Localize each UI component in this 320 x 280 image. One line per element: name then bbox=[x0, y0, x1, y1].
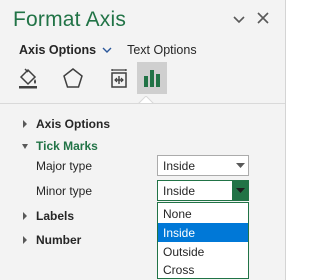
section-label: Tick Marks bbox=[36, 139, 98, 153]
minor-type-label: Minor type bbox=[36, 184, 93, 198]
section-label: Number bbox=[36, 233, 82, 247]
minor-type-select[interactable]: Inside bbox=[157, 180, 249, 201]
tab-text-options[interactable]: Text Options bbox=[127, 43, 196, 57]
tab-axis-options[interactable]: Axis Options bbox=[19, 43, 96, 57]
tab-effects[interactable] bbox=[58, 62, 88, 94]
option-none[interactable]: None bbox=[158, 204, 248, 223]
subtab-bar: Axis Options Text Options bbox=[19, 40, 197, 60]
option-cross[interactable]: Cross bbox=[158, 260, 248, 279]
section-labels[interactable]: Labels bbox=[20, 208, 74, 224]
effects-icon bbox=[63, 68, 83, 88]
major-type-select[interactable]: Inside bbox=[157, 155, 249, 176]
tab-axis-options-icon[interactable] bbox=[137, 62, 167, 94]
dropdown-arrow-icon[interactable] bbox=[232, 181, 248, 200]
close-icon[interactable] bbox=[256, 11, 270, 25]
pane-title: Format Axis bbox=[13, 8, 127, 31]
section-number[interactable]: Number bbox=[20, 232, 81, 248]
select-value: Inside bbox=[163, 183, 196, 198]
axis-options-icon bbox=[144, 70, 160, 87]
select-value: Inside bbox=[163, 158, 196, 173]
dropdown-arrow-icon[interactable] bbox=[232, 156, 248, 175]
expand-triangle-icon bbox=[23, 120, 27, 128]
collapse-triangle-icon bbox=[22, 144, 28, 149]
option-inside[interactable]: Inside bbox=[158, 223, 248, 242]
option-outside[interactable]: Outside bbox=[158, 242, 248, 261]
tab-fill-line[interactable] bbox=[13, 62, 43, 94]
section-axis-options[interactable]: Axis Options bbox=[20, 116, 110, 132]
divider bbox=[0, 103, 285, 104]
chevron-down-icon[interactable] bbox=[232, 14, 246, 24]
minor-type-dropdown-list: None Inside Outside Cross bbox=[157, 202, 249, 279]
expand-triangle-icon bbox=[23, 212, 27, 220]
section-label: Axis Options bbox=[36, 117, 111, 131]
format-axis-pane: Format Axis Axis Options Text Options Ax… bbox=[0, 0, 286, 280]
section-label: Labels bbox=[36, 209, 75, 223]
major-type-label: Major type bbox=[36, 159, 93, 173]
fill-line-icon bbox=[19, 68, 37, 89]
section-tick-marks[interactable]: Tick Marks bbox=[20, 138, 98, 154]
size-properties-icon bbox=[111, 69, 127, 88]
tab-size-properties[interactable] bbox=[104, 62, 134, 94]
expand-triangle-icon bbox=[23, 236, 27, 244]
chevron-down-icon[interactable] bbox=[102, 46, 112, 54]
